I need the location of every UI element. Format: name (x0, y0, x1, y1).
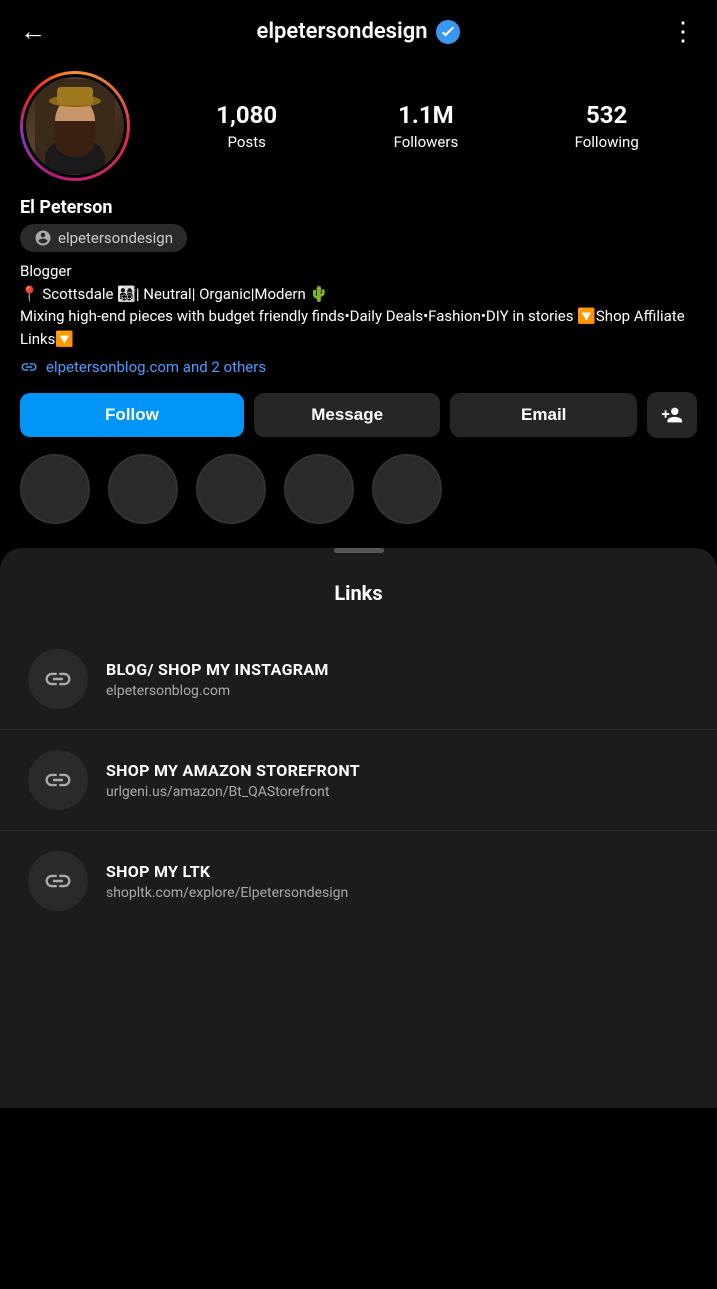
link-icon-wrap-amazon (28, 750, 88, 810)
display-name: El Peterson (20, 197, 697, 218)
posts-label: Posts (228, 133, 266, 151)
stat-following[interactable]: 532 Following (575, 101, 639, 151)
add-friend-button[interactable] (647, 392, 697, 438)
chain-link-icon-2 (43, 765, 73, 795)
link-item-amazon[interactable]: SHOP MY AMAZON STOREFRONT urlgeni.us/ama… (0, 730, 717, 831)
followers-label: Followers (394, 133, 459, 151)
link-text-amazon: SHOP MY AMAZON STOREFRONT urlgeni.us/ama… (106, 761, 360, 800)
header: ← elpetersondesign ⋮ (0, 0, 717, 59)
link-icon-wrap-ltk (28, 851, 88, 911)
link-url-amazon: urlgeni.us/amazon/Bt_QAStorefront (106, 784, 360, 800)
story-circle[interactable] (20, 454, 90, 524)
link-url-blog: elpetersonblog.com (106, 683, 329, 699)
following-count: 532 (586, 101, 627, 129)
menu-button[interactable]: ⋮ (670, 17, 697, 47)
link-item-blog[interactable]: BLOG/ SHOP MY INSTAGRAM elpetersonblog.c… (0, 629, 717, 730)
message-button[interactable]: Message (254, 393, 441, 437)
chain-link-icon-3 (43, 866, 73, 896)
back-button[interactable]: ← (20, 16, 46, 47)
header-username-wrap: elpetersondesign (256, 19, 459, 44)
sheet-title: Links (0, 553, 717, 629)
avatar[interactable] (20, 71, 130, 181)
link-title-amazon: SHOP MY AMAZON STOREFRONT (106, 761, 360, 780)
profile-section: 1,080 Posts 1.1M Followers 532 Following… (0, 59, 717, 536)
chain-link-icon (43, 664, 73, 694)
link-icon-wrap (28, 649, 88, 709)
follow-button[interactable]: Follow (20, 393, 244, 437)
avatar-image (26, 77, 124, 175)
posts-count: 1,080 (216, 101, 277, 129)
link-item-ltk[interactable]: SHOP MY LTK shopltk.com/explore/Elpeters… (0, 831, 717, 931)
threads-handle[interactable]: elpetersondesign (20, 224, 187, 252)
action-buttons: Follow Message Email (20, 392, 697, 438)
bio-section: El Peterson elpetersondesign Blogger 📍 S… (20, 197, 697, 376)
threads-icon (34, 229, 52, 247)
story-circle[interactable] (284, 454, 354, 524)
following-label: Following (575, 133, 639, 151)
link-text-ltk: SHOP MY LTK shopltk.com/explore/Elpeters… (106, 862, 348, 901)
link-url-ltk: shopltk.com/explore/Elpetersondesign (106, 885, 348, 901)
stat-posts[interactable]: 1,080 Posts (216, 101, 277, 151)
bio-link[interactable]: elpetersonblog.com and 2 others (20, 358, 697, 376)
stat-followers[interactable]: 1.1M Followers (394, 101, 459, 151)
link-text-blog: BLOG/ SHOP MY INSTAGRAM elpetersonblog.c… (106, 660, 329, 699)
threads-handle-text: elpetersondesign (58, 229, 173, 247)
bottom-sheet: Links BLOG/ SHOP MY INSTAGRAM elpeterson… (0, 548, 717, 1108)
bio-link-text: elpetersonblog.com and 2 others (46, 358, 266, 376)
verified-icon (436, 20, 460, 44)
followers-count: 1.1M (398, 101, 454, 129)
story-circle[interactable] (196, 454, 266, 524)
link-title-blog: BLOG/ SHOP MY INSTAGRAM (106, 660, 329, 679)
add-person-icon (661, 404, 683, 426)
header-username: elpetersondesign (256, 19, 427, 44)
story-circle[interactable] (372, 454, 442, 524)
story-circle[interactable] (108, 454, 178, 524)
link-title-ltk: SHOP MY LTK (106, 862, 348, 881)
stats-row: 1,080 Posts 1.1M Followers 532 Following (158, 101, 697, 151)
story-circles (20, 454, 697, 536)
bio-text: Blogger 📍 Scottsdale 👨‍👩‍👧‍👦| Neutral| O… (20, 260, 697, 350)
email-button[interactable]: Email (450, 393, 637, 437)
link-icon (20, 358, 38, 376)
profile-top: 1,080 Posts 1.1M Followers 532 Following (20, 71, 697, 181)
